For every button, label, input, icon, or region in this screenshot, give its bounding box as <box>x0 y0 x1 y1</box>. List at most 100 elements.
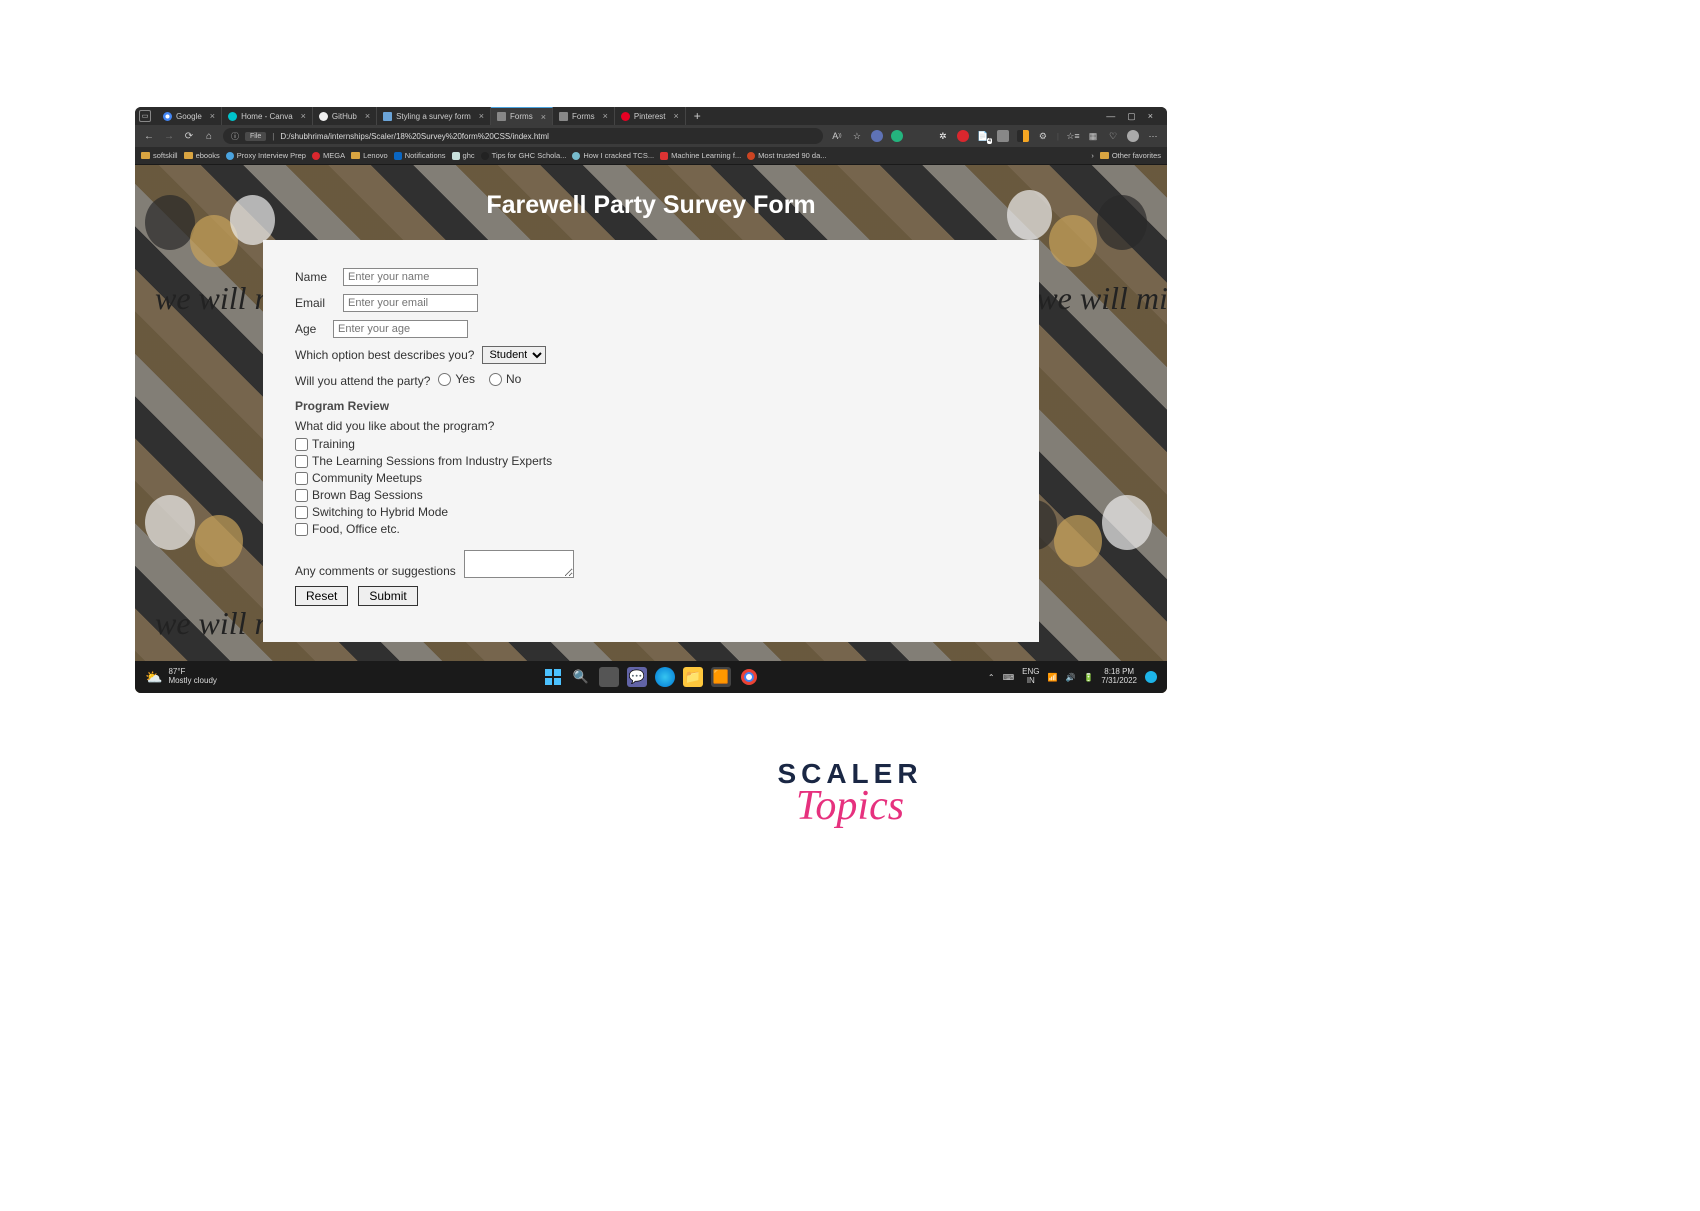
favorite-icon[interactable]: ☆ <box>851 130 863 142</box>
bookmark-softskill[interactable]: softskill <box>141 151 178 160</box>
volume-icon[interactable]: 🔊 <box>1065 673 1075 682</box>
comments-label: Any comments or suggestions <box>295 564 456 578</box>
heart-icon[interactable]: ♡ <box>1107 130 1119 142</box>
checkbox-input[interactable] <box>295 506 308 519</box>
bookmark-lenovo[interactable]: Lenovo <box>351 151 388 160</box>
forward-icon[interactable]: → <box>163 131 175 142</box>
close-icon[interactable]: × <box>674 111 679 121</box>
bookmark-trusted[interactable]: Most trusted 90 da... <box>747 151 826 160</box>
close-window-icon[interactable]: × <box>1148 111 1153 122</box>
describe-select[interactable]: Student <box>482 346 546 364</box>
ext-icon-5[interactable]: 📄4 <box>977 130 989 142</box>
attend-yes-option[interactable]: Yes <box>438 372 475 386</box>
ext-icon-7[interactable] <box>1017 130 1029 142</box>
checkbox-option[interactable]: Brown Bag Sessions <box>295 488 1007 502</box>
home-icon[interactable]: ⌂ <box>203 131 215 142</box>
tab-styling[interactable]: Styling a survey form × <box>377 107 491 125</box>
submit-button[interactable]: Submit <box>358 586 417 606</box>
age-input[interactable] <box>333 320 468 338</box>
tray-chevron-icon[interactable]: ⌃ <box>988 673 995 682</box>
close-icon[interactable]: × <box>479 111 484 121</box>
checkbox-input[interactable] <box>295 472 308 485</box>
bookmark-ebooks[interactable]: ebooks <box>184 151 220 160</box>
bookmark-tips[interactable]: Tips for GHC Schola... <box>481 151 567 160</box>
ext-icon-3[interactable]: ✲ <box>937 130 949 142</box>
new-tab-button[interactable]: + <box>686 109 709 123</box>
read-aloud-icon[interactable]: A)) <box>831 130 843 142</box>
close-icon[interactable]: × <box>210 111 215 121</box>
favorites-list-icon[interactable]: ☆≡ <box>1067 130 1079 142</box>
ext-icon-4[interactable] <box>957 130 969 142</box>
favicon-github <box>319 112 328 121</box>
tab-google[interactable]: Google × <box>157 107 222 125</box>
weather-widget[interactable]: ⛅ 87°F Mostly cloudy <box>145 668 217 686</box>
checkbox-option[interactable]: Training <box>295 437 1007 451</box>
tab-forms-active[interactable]: Forms × <box>491 107 553 125</box>
bookmark-favicon <box>312 152 320 160</box>
bookmark-notifications[interactable]: Notifications <box>394 151 446 160</box>
ext-icon-2[interactable] <box>891 130 903 142</box>
bookmark-mega[interactable]: MEGA <box>312 151 345 160</box>
clock[interactable]: 8:18 PM 7/31/2022 <box>1101 668 1137 686</box>
sublime-icon[interactable]: 🟧 <box>711 667 731 687</box>
ext-icon-1[interactable] <box>871 130 883 142</box>
bookmark-ghc[interactable]: ghc <box>452 151 475 160</box>
checkbox-input[interactable] <box>295 523 308 536</box>
teams-icon[interactable]: 💬 <box>627 667 647 687</box>
checkbox-input[interactable] <box>295 489 308 502</box>
language-indicator[interactable]: ENG IN <box>1022 668 1039 686</box>
url-input[interactable]: ⓘ File | D:/shubhrima/internships/Scaler… <box>223 128 823 144</box>
ext-icon-6[interactable] <box>997 130 1009 142</box>
close-icon[interactable]: × <box>603 111 608 121</box>
profile-icon[interactable] <box>1127 130 1139 142</box>
attend-no-option[interactable]: No <box>489 372 521 386</box>
tray-notification-icon[interactable] <box>1145 671 1157 683</box>
bookmark-tcs[interactable]: How I cracked TCS... <box>572 151 654 160</box>
checkbox-option[interactable]: Food, Office etc. <box>295 522 1007 536</box>
menu-icon[interactable]: ⋯ <box>1147 130 1159 142</box>
edge-icon[interactable] <box>655 667 675 687</box>
bookmark-overflow-icon[interactable]: › <box>1091 151 1094 160</box>
close-icon[interactable]: × <box>541 112 546 122</box>
chrome-icon[interactable] <box>739 667 759 687</box>
minimize-icon[interactable]: — <box>1106 111 1115 122</box>
attend-no-radio[interactable] <box>489 373 502 386</box>
bookmark-other-favorites[interactable]: Other favorites <box>1100 151 1161 160</box>
wifi-icon[interactable]: 📶 <box>1048 673 1058 682</box>
attend-yes-radio[interactable] <box>438 373 451 386</box>
close-icon[interactable]: × <box>301 111 306 121</box>
reset-button[interactable]: Reset <box>295 586 348 606</box>
battery-icon[interactable]: 🔋 <box>1083 673 1093 682</box>
back-icon[interactable]: ← <box>143 131 155 142</box>
maximize-icon[interactable]: ▢ <box>1127 111 1136 122</box>
tab-github[interactable]: GitHub × <box>313 107 377 125</box>
bookmark-ml[interactable]: Machine Learning f... <box>660 151 741 160</box>
taskbar-center: 🔍 💬 📁 🟧 <box>543 667 759 687</box>
bg-text: we will miss you <box>1036 280 1167 317</box>
info-icon[interactable]: ⓘ <box>231 131 239 142</box>
checkbox-option[interactable]: The Learning Sessions from Industry Expe… <box>295 454 1007 468</box>
tab-overview-icon[interactable]: ▭ <box>139 110 151 122</box>
name-input[interactable] <box>343 268 478 286</box>
checkbox-input[interactable] <box>295 438 308 451</box>
extensions-icon[interactable]: ⚙ <box>1037 130 1049 142</box>
email-input[interactable] <box>343 294 478 312</box>
start-icon[interactable] <box>543 667 563 687</box>
checkbox-option[interactable]: Switching to Hybrid Mode <box>295 505 1007 519</box>
close-icon[interactable]: × <box>365 111 370 121</box>
refresh-icon[interactable]: ⟳ <box>183 131 195 142</box>
comments-textarea[interactable] <box>464 550 574 578</box>
checkbox-input[interactable] <box>295 455 308 468</box>
collections-icon[interactable]: ▦ <box>1087 130 1099 142</box>
tab-canva[interactable]: Home - Canva × <box>222 107 313 125</box>
tab-pinterest[interactable]: Pinterest × <box>615 107 686 125</box>
keyboard-icon[interactable]: ⌨ <box>1003 673 1015 682</box>
task-view-icon[interactable] <box>599 667 619 687</box>
taskbar: ⛅ 87°F Mostly cloudy 🔍 💬 📁 🟧 ⌃ ⌨ EN <box>135 661 1167 693</box>
bookmark-proxy[interactable]: Proxy Interview Prep <box>226 151 306 160</box>
search-icon[interactable]: 🔍 <box>571 667 591 687</box>
file-explorer-icon[interactable]: 📁 <box>683 667 703 687</box>
tab-forms-2[interactable]: Forms × <box>553 107 615 125</box>
url-text: D:/shubhrima/internships/Scaler/18%20Sur… <box>280 132 549 141</box>
checkbox-option[interactable]: Community Meetups <box>295 471 1007 485</box>
